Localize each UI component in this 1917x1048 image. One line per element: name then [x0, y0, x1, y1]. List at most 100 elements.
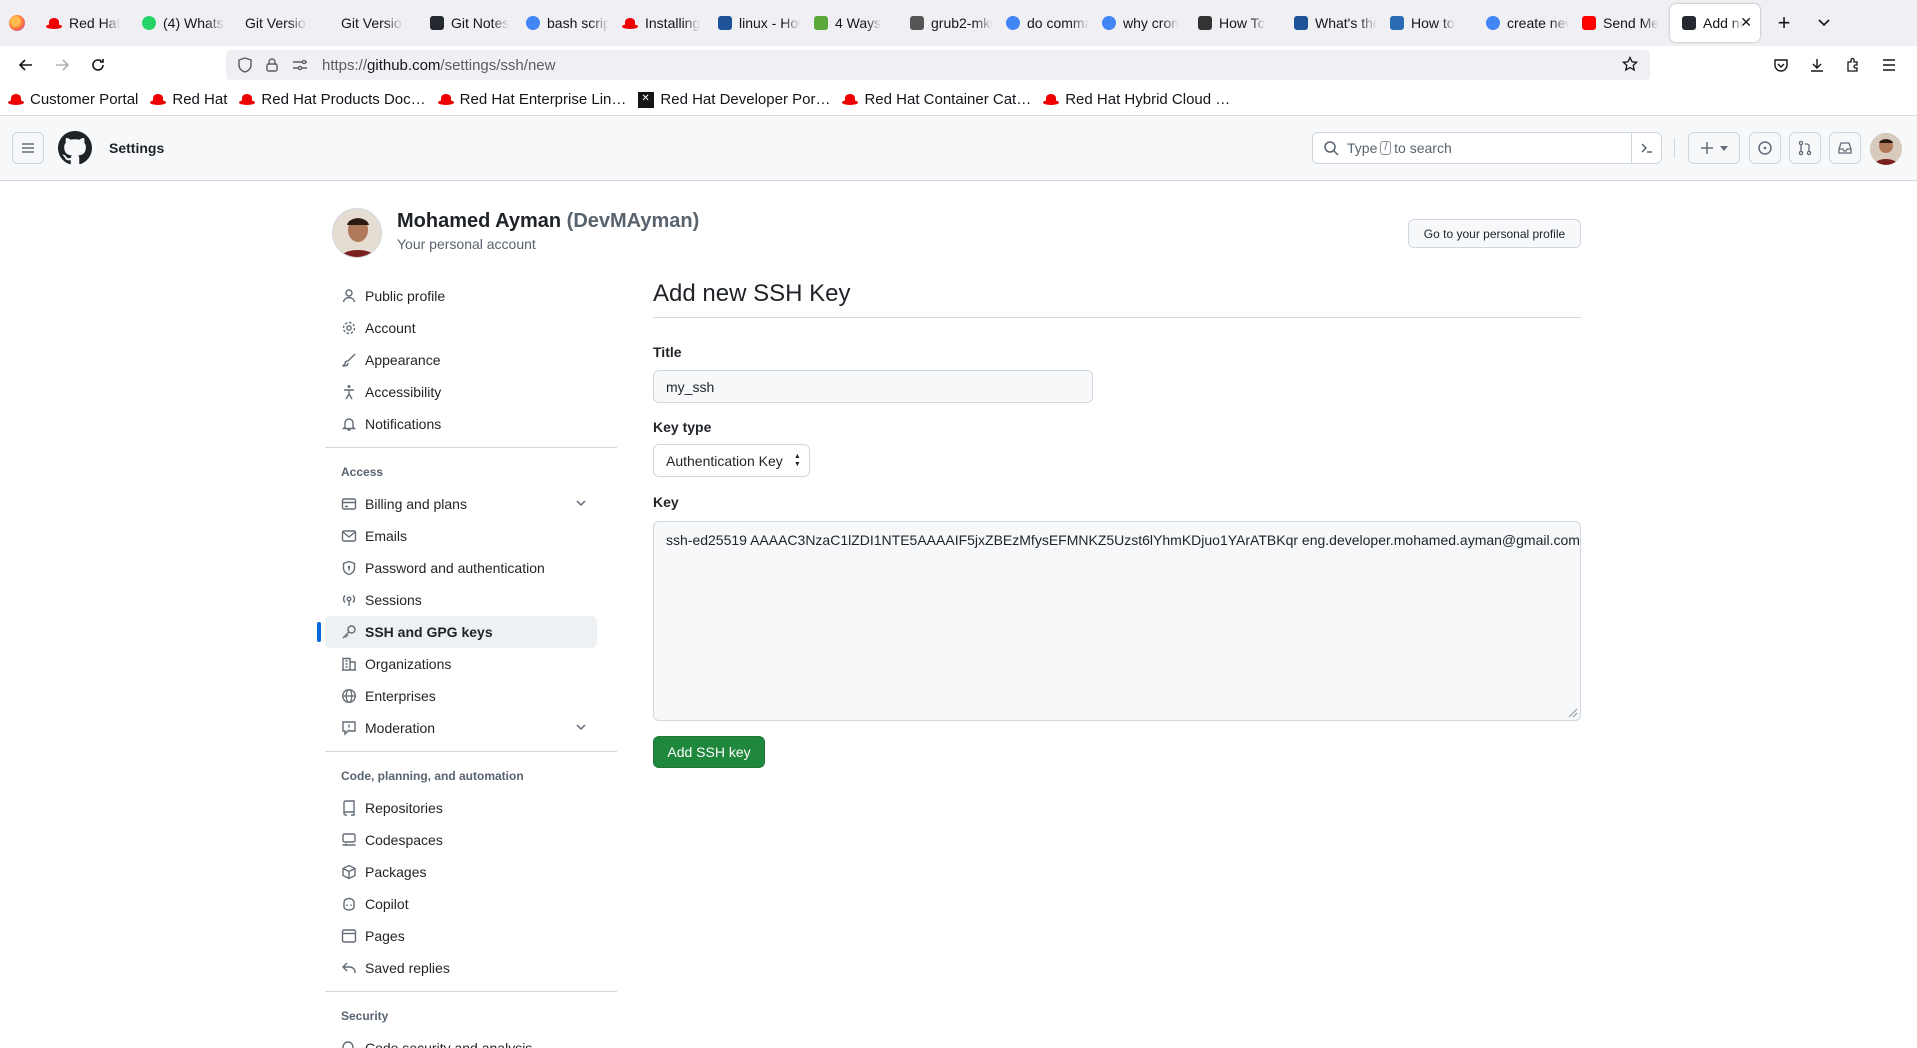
sidebar-item-copilot[interactable]: Copilot [325, 888, 597, 920]
sidebar-item-label: Moderation [365, 720, 436, 736]
firefox-menu-icon[interactable] [0, 0, 34, 46]
browser-tab[interactable]: create new [1474, 0, 1570, 46]
url-host: github.com [367, 56, 441, 74]
sidebar-item-code-security-and-analysis[interactable]: Code security and analysis [325, 1032, 597, 1048]
new-tab-button[interactable]: + [1764, 0, 1804, 46]
browser-tab[interactable]: Red Hat [34, 0, 130, 46]
sidebar-item-label: Notifications [365, 416, 442, 432]
keytype-select[interactable]: Authentication Key ▲ ▼ [653, 444, 810, 477]
sidebar-item-pages[interactable]: Pages [325, 920, 597, 952]
app-menu-icon[interactable] [1871, 50, 1907, 80]
sidebar-item-ssh-and-gpg-keys[interactable]: SSH and GPG keys [317, 616, 597, 648]
reload-button[interactable] [80, 49, 116, 81]
browser-tab[interactable]: (4) WhatsApp [130, 0, 226, 46]
redhat-icon [1043, 94, 1060, 105]
resize-handle-icon[interactable] [1568, 708, 1578, 718]
sidebar-item-moderation[interactable]: Moderation [325, 712, 597, 744]
tab-title: Installing [645, 15, 701, 31]
bookmark-star-icon[interactable] [1621, 55, 1639, 76]
bookmark-item[interactable]: Red Hat Products Doc… [239, 91, 426, 108]
sidebar-item-emails[interactable]: Emails [325, 520, 597, 552]
permissions-icon[interactable] [292, 59, 308, 71]
back-button[interactable] [8, 49, 44, 81]
browser-tab[interactable]: Installing [610, 0, 706, 46]
lock-icon[interactable] [266, 58, 278, 72]
sidebar-item-billing-and-plans[interactable]: Billing and plans [325, 488, 597, 520]
github-logo-icon[interactable] [58, 131, 92, 165]
issue-opened-icon [1758, 141, 1772, 155]
issues-button[interactable] [1749, 132, 1781, 164]
create-new-button[interactable] [1688, 132, 1740, 164]
extensions-icon[interactable] [1835, 50, 1871, 80]
tab-title: create new [1507, 15, 1569, 31]
tab-active[interactable]: Add new✕ [1670, 4, 1760, 42]
browser-tab[interactable]: why cron [1090, 0, 1186, 46]
bookmark-item[interactable]: Red Hat Enterprise Lin… [437, 91, 626, 108]
pocket-icon[interactable] [1763, 50, 1799, 80]
url-text[interactable]: https://github.com/settings/ssh/new [322, 57, 555, 74]
sidebar-item-codespaces[interactable]: Codespaces [325, 824, 597, 856]
bookmark-item[interactable]: Red Hat Hybrid Cloud … [1043, 91, 1230, 108]
browser-tab[interactable]: What's the [1282, 0, 1378, 46]
address-bar[interactable]: https://github.com/settings/ssh/new [226, 50, 1650, 80]
tracking-protection-icon[interactable] [238, 57, 252, 73]
browser-tab[interactable]: Git Version [226, 0, 322, 46]
notifications-inbox-button[interactable] [1829, 132, 1861, 164]
browser-tab[interactable]: grub2-mkconfig [898, 0, 994, 46]
sidebar-item-organizations[interactable]: Organizations [325, 648, 597, 680]
open-global-nav-button[interactable] [12, 132, 44, 164]
sidebar-item-sessions[interactable]: Sessions [325, 584, 597, 616]
user-avatar[interactable] [1870, 133, 1902, 165]
key-textarea-value: ssh-ed25519 AAAAC3NzaC1lZDI1NTE5AAAAIF5j… [666, 532, 1580, 548]
go-to-profile-button[interactable]: Go to your personal profile [1408, 219, 1581, 248]
bookmark-label: Red Hat Container Cat… [864, 91, 1032, 108]
browser-tab[interactable]: Send Me [1570, 0, 1666, 46]
chevron-down-icon[interactable] [575, 720, 587, 736]
sidebar-item-password-and-authentication[interactable]: Password and authentication [325, 552, 597, 584]
close-tab-icon[interactable]: ✕ [1740, 14, 1752, 31]
command-palette-icon[interactable] [1631, 133, 1661, 163]
bookmark-item[interactable]: Red Hat Container Cat… [842, 91, 1031, 108]
chevron-down-icon[interactable] [575, 496, 587, 512]
browser-tab[interactable]: Git Notes [418, 0, 514, 46]
sidebar-item-enterprises[interactable]: Enterprises [325, 680, 597, 712]
bookmark-item[interactable]: Red Hat [150, 91, 227, 108]
browser-tab[interactable]: How To [1186, 0, 1282, 46]
sidebar-item-packages[interactable]: Packages [325, 856, 597, 888]
person-icon [341, 288, 357, 304]
forward-button[interactable] [44, 49, 80, 81]
browser-tab[interactable]: 4 Ways [802, 0, 898, 46]
key-textarea[interactable]: ssh-ed25519 AAAAC3NzaC1lZDI1NTE5AAAAIF5j… [653, 521, 1581, 721]
browser-tab[interactable]: Git Version [322, 0, 418, 46]
sidebar-item-label: Emails [365, 528, 408, 544]
sidebar-item-public-profile[interactable]: Public profile [325, 280, 597, 312]
title-input[interactable]: my_ssh [653, 370, 1093, 403]
browser-tab[interactable]: do command [994, 0, 1090, 46]
sidebar-item-accessibility[interactable]: Accessibility [325, 376, 597, 408]
downloads-icon[interactable] [1799, 50, 1835, 80]
tab-title: Git Notes [451, 15, 510, 31]
broadcast-icon [341, 592, 357, 608]
search-input[interactable]: Type / to search [1312, 132, 1662, 164]
codescan-icon [341, 1040, 357, 1048]
bookmark-item[interactable]: Customer Portal [8, 91, 138, 108]
profile-display-name[interactable]: Mohamed Ayman [397, 210, 561, 232]
sidebar-item-label: Saved replies [365, 960, 450, 976]
list-tabs-button[interactable] [1804, 0, 1844, 46]
browser-tab[interactable]: linux - How [706, 0, 802, 46]
sidebar-item-appearance[interactable]: Appearance [325, 344, 597, 376]
sidebar-item-notifications[interactable]: Notifications [325, 408, 597, 440]
sidebar-item-repositories[interactable]: Repositories [325, 792, 597, 824]
redhat-icon [8, 94, 24, 105]
add-ssh-key-button[interactable]: Add SSH key [653, 736, 765, 768]
sidebar-item-saved-replies[interactable]: Saved replies [325, 952, 597, 984]
header-context-label[interactable]: Settings [109, 140, 164, 156]
sidebar-item-account[interactable]: Account [325, 312, 597, 344]
browser-tab[interactable]: How to [1378, 0, 1474, 46]
bookmarks-toolbar: Customer Portal Red Hat Red Hat Products D… [0, 84, 1917, 116]
organization-icon [341, 656, 357, 672]
bookmark-item[interactable]: Red Hat Developer Por… [638, 91, 830, 108]
pull-requests-button[interactable] [1789, 132, 1821, 164]
browser-tab[interactable]: bash script [514, 0, 610, 46]
sidebar-item-label: Sessions [365, 592, 422, 608]
